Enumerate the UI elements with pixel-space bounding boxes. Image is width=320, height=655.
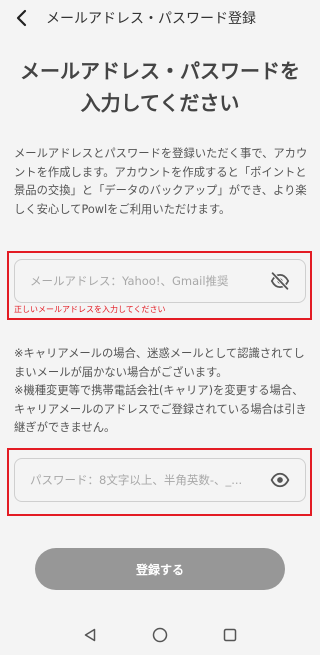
- eye-icon: [270, 472, 290, 488]
- nav-recents-button[interactable]: [215, 620, 245, 650]
- nav-recents-icon: [223, 628, 237, 642]
- page-heading-line1: メールアドレス・パスワードを: [20, 59, 300, 83]
- system-nav-bar: [0, 615, 320, 655]
- eye-off-icon: [270, 272, 290, 290]
- app-header: メールアドレス・パスワード登録: [0, 0, 320, 36]
- register-button[interactable]: 登録する: [35, 548, 285, 590]
- note-carrier-change: ※機種変更等で携帯電話会社(キャリア)を変更する場合、キャリアメールのアドレスで…: [14, 384, 307, 434]
- notes: ※キャリアメールの場合、迷惑メールとして認識されてしまいメールが届かない場合がご…: [14, 345, 310, 438]
- header-title: メールアドレス・パスワード登録: [46, 11, 256, 27]
- description-text: メールアドレスとパスワードを登録いただく事で、アカウントを作成します。アカウント…: [14, 147, 308, 216]
- nav-home-icon: [152, 627, 168, 643]
- page-heading-line2: 入力してください: [80, 91, 240, 115]
- nav-home-button[interactable]: [145, 620, 175, 650]
- password-field[interactable]: [14, 458, 306, 502]
- email-error-message: 正しいメールアドレスを入力してください: [14, 305, 166, 314]
- nav-back-button[interactable]: [75, 620, 105, 650]
- back-button[interactable]: [4, 0, 40, 36]
- note-carrier-mail: ※キャリアメールの場合、迷惑メールとして認識されてしまいメールが届かない場合がご…: [14, 347, 305, 379]
- nav-back-icon: [84, 628, 96, 642]
- password-input[interactable]: [30, 473, 267, 487]
- email-field[interactable]: [14, 259, 306, 303]
- page-heading: メールアドレス・パスワードを 入力してください: [0, 55, 320, 119]
- email-visibility-toggle[interactable]: [267, 268, 293, 294]
- email-input[interactable]: [30, 274, 267, 288]
- chevron-left-icon: [16, 9, 27, 27]
- password-visibility-toggle[interactable]: [267, 467, 293, 493]
